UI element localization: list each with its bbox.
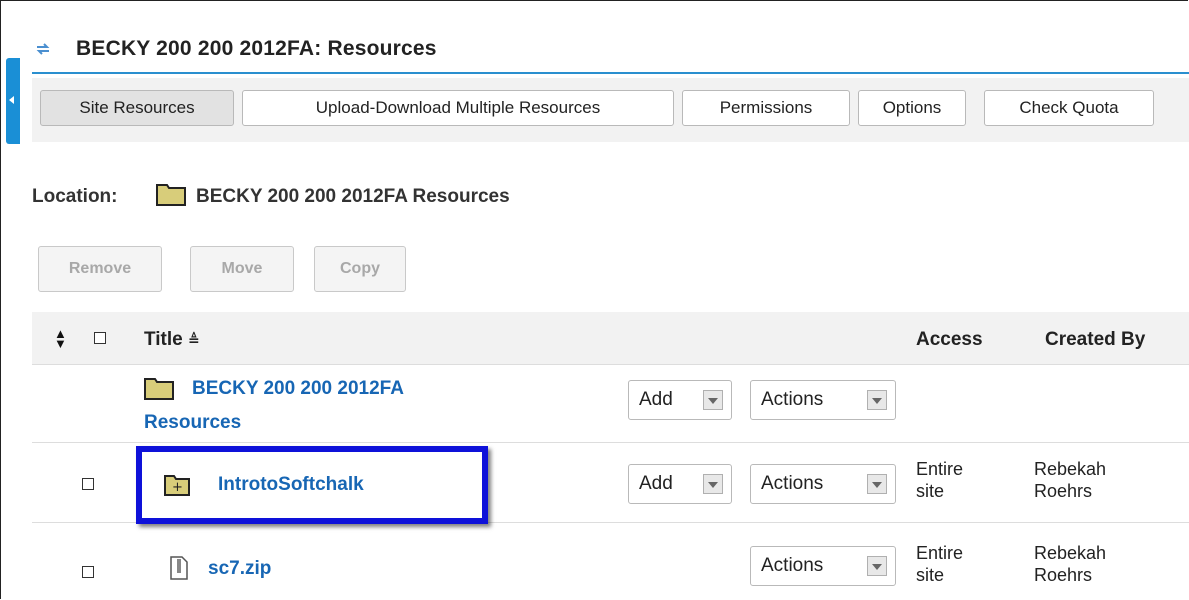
- file-link-sc7-zip[interactable]: sc7.zip: [208, 558, 271, 580]
- remove-button[interactable]: Remove: [38, 246, 162, 292]
- dropdown-arrow-icon: [703, 390, 723, 410]
- permissions-button[interactable]: Permissions: [682, 90, 850, 126]
- actions-dropdown[interactable]: Actions: [750, 380, 896, 420]
- move-button[interactable]: Move: [190, 246, 294, 292]
- access-cell: Entire site: [916, 543, 964, 585]
- row-checkbox[interactable]: [82, 478, 94, 490]
- highlight-box: [136, 446, 488, 524]
- dropdown-arrow-icon: [867, 556, 887, 576]
- collapse-sidebar-tab[interactable]: [6, 58, 20, 144]
- table-row: sc7.zip Actions Entire site Rebekah Roehrs: [32, 522, 1189, 600]
- folder-icon: [156, 184, 186, 206]
- page-title: BECKY 200 200 2012FA: Resources: [76, 37, 437, 60]
- access-column-header: Access: [916, 329, 983, 350]
- root-folder-link-line2[interactable]: Resources: [144, 412, 241, 434]
- title-column-header[interactable]: Title ≜: [144, 329, 200, 351]
- created-by-column-header: Created By: [1045, 329, 1146, 350]
- check-quota-button[interactable]: Check Quota: [984, 90, 1154, 126]
- site-resources-button[interactable]: Site Resources: [40, 90, 234, 126]
- chevron-left-icon: [9, 96, 14, 104]
- upload-download-button[interactable]: Upload-Download Multiple Resources: [242, 90, 674, 126]
- sort-icon[interactable]: ▲ ▼: [54, 327, 67, 350]
- add-dropdown[interactable]: Add: [628, 464, 732, 504]
- actions-dropdown[interactable]: Actions: [750, 464, 896, 504]
- sort-ascending-icon: ≜: [188, 332, 200, 348]
- created-by-cell: Rebekah Roehrs: [1034, 543, 1107, 585]
- copy-button[interactable]: Copy: [314, 246, 406, 292]
- dropdown-arrow-icon: [867, 390, 887, 410]
- row-checkbox[interactable]: [82, 566, 94, 578]
- add-dropdown[interactable]: Add: [628, 380, 732, 420]
- select-all-checkbox[interactable]: [94, 332, 106, 344]
- dropdown-arrow-icon: [867, 474, 887, 494]
- table-row: BECKY 200 200 2012FA Resources Add Actio…: [32, 364, 1189, 443]
- root-folder-link[interactable]: BECKY 200 200 2012FA: [192, 378, 404, 400]
- page-header: BECKY 200 200 2012FA: Resources: [32, 30, 1189, 74]
- table-header: ▲ ▼ Title ≜ Access Created By: [32, 312, 1189, 365]
- location-label: Location:: [32, 186, 118, 207]
- zip-file-icon: [170, 556, 188, 580]
- folder-icon: [144, 378, 174, 400]
- sync-icon: [36, 43, 50, 55]
- options-button[interactable]: Options: [858, 90, 966, 126]
- location-path: BECKY 200 200 2012FA Resources: [196, 186, 510, 207]
- actions-dropdown[interactable]: Actions: [750, 546, 896, 586]
- resources-toolbar: Site Resources Upload-Download Multiple …: [32, 78, 1189, 142]
- created-by-cell: Rebekah Roehrs: [1034, 459, 1107, 501]
- dropdown-arrow-icon: [703, 474, 723, 494]
- access-cell: Entire site: [916, 459, 964, 501]
